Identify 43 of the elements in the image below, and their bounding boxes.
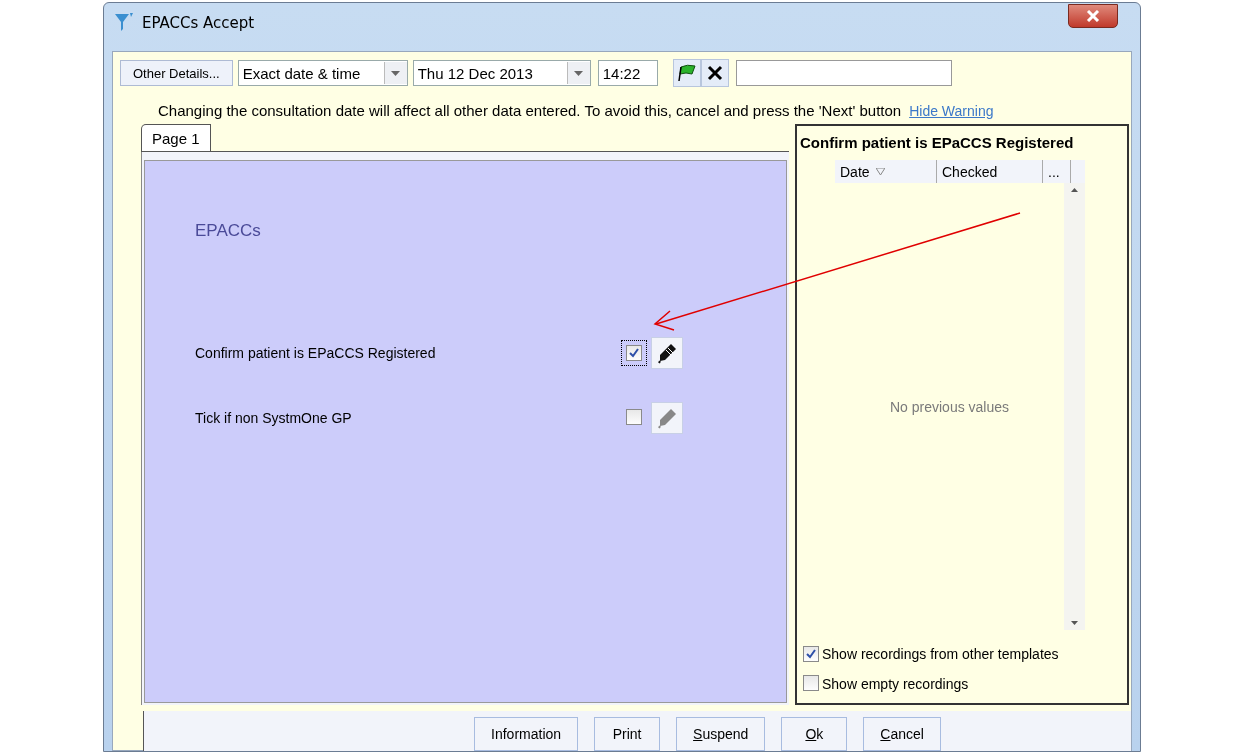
dialog-button[interactable]: Cancel <box>863 717 941 751</box>
question-label: Confirm patient is EPaCCS Registered <box>195 345 437 361</box>
pen-button[interactable] <box>651 337 683 369</box>
warning-text: Changing the consultation date will affect all other data entered. To avoid this, cancel and press the 'Next' button <box>158 102 902 119</box>
hide-warning-link[interactable]: Hide Warning <box>909 102 994 119</box>
time-field[interactable]: 14:22 <box>597 60 658 86</box>
close-button[interactable] <box>1068 4 1118 28</box>
close-icon <box>1086 10 1100 22</box>
question-label: Tick if non SystmOne GP <box>195 410 353 426</box>
dialog-button[interactable]: Suspend <box>676 717 766 751</box>
scroll-down-icon <box>1071 621 1078 625</box>
checkbox[interactable] <box>626 408 642 425</box>
flag-icon <box>676 63 697 83</box>
window-title: EPACCs Accept <box>142 14 255 32</box>
clear-button[interactable] <box>700 59 729 87</box>
sort-icon <box>875 168 885 175</box>
dialog-button[interactable]: Ok <box>781 717 848 751</box>
history-title: Confirm patient is EPaCCS Registered <box>799 133 1075 151</box>
dropdown-arrow-icon <box>574 70 584 76</box>
date-mode-dropdown[interactable]: Exact date & time <box>237 60 408 86</box>
checkbox[interactable] <box>803 674 819 691</box>
checkbox[interactable] <box>803 646 819 662</box>
dropdown-arrow-icon <box>391 70 401 76</box>
pen-icon <box>656 407 678 429</box>
page-tab[interactable]: Page 1 <box>141 124 211 151</box>
flag-button[interactable] <box>672 59 701 87</box>
date-dropdown[interactable]: Thu 12 Dec 2013 <box>412 60 591 86</box>
option-label: Show empty recordings <box>822 676 969 692</box>
scrollbar[interactable] <box>1064 183 1085 630</box>
text-field[interactable] <box>735 60 952 86</box>
other-details-button[interactable]: Other Details... <box>120 60 233 86</box>
scroll-up-icon <box>1071 188 1078 192</box>
column-header[interactable]: Checked <box>937 160 1043 183</box>
pen-icon <box>656 342 678 364</box>
option-label: Show recordings from other templates <box>822 646 1059 662</box>
funnel-icon <box>114 12 134 34</box>
dialog-button[interactable]: Information <box>474 717 579 751</box>
checkbox[interactable] <box>626 345 642 361</box>
column-header[interactable]: Date <box>835 160 937 183</box>
page-heading: EPACCs <box>195 221 262 241</box>
empty-message: No previous values <box>889 398 1010 415</box>
dialog-button[interactable]: Print <box>594 717 661 751</box>
close-icon <box>706 65 723 81</box>
